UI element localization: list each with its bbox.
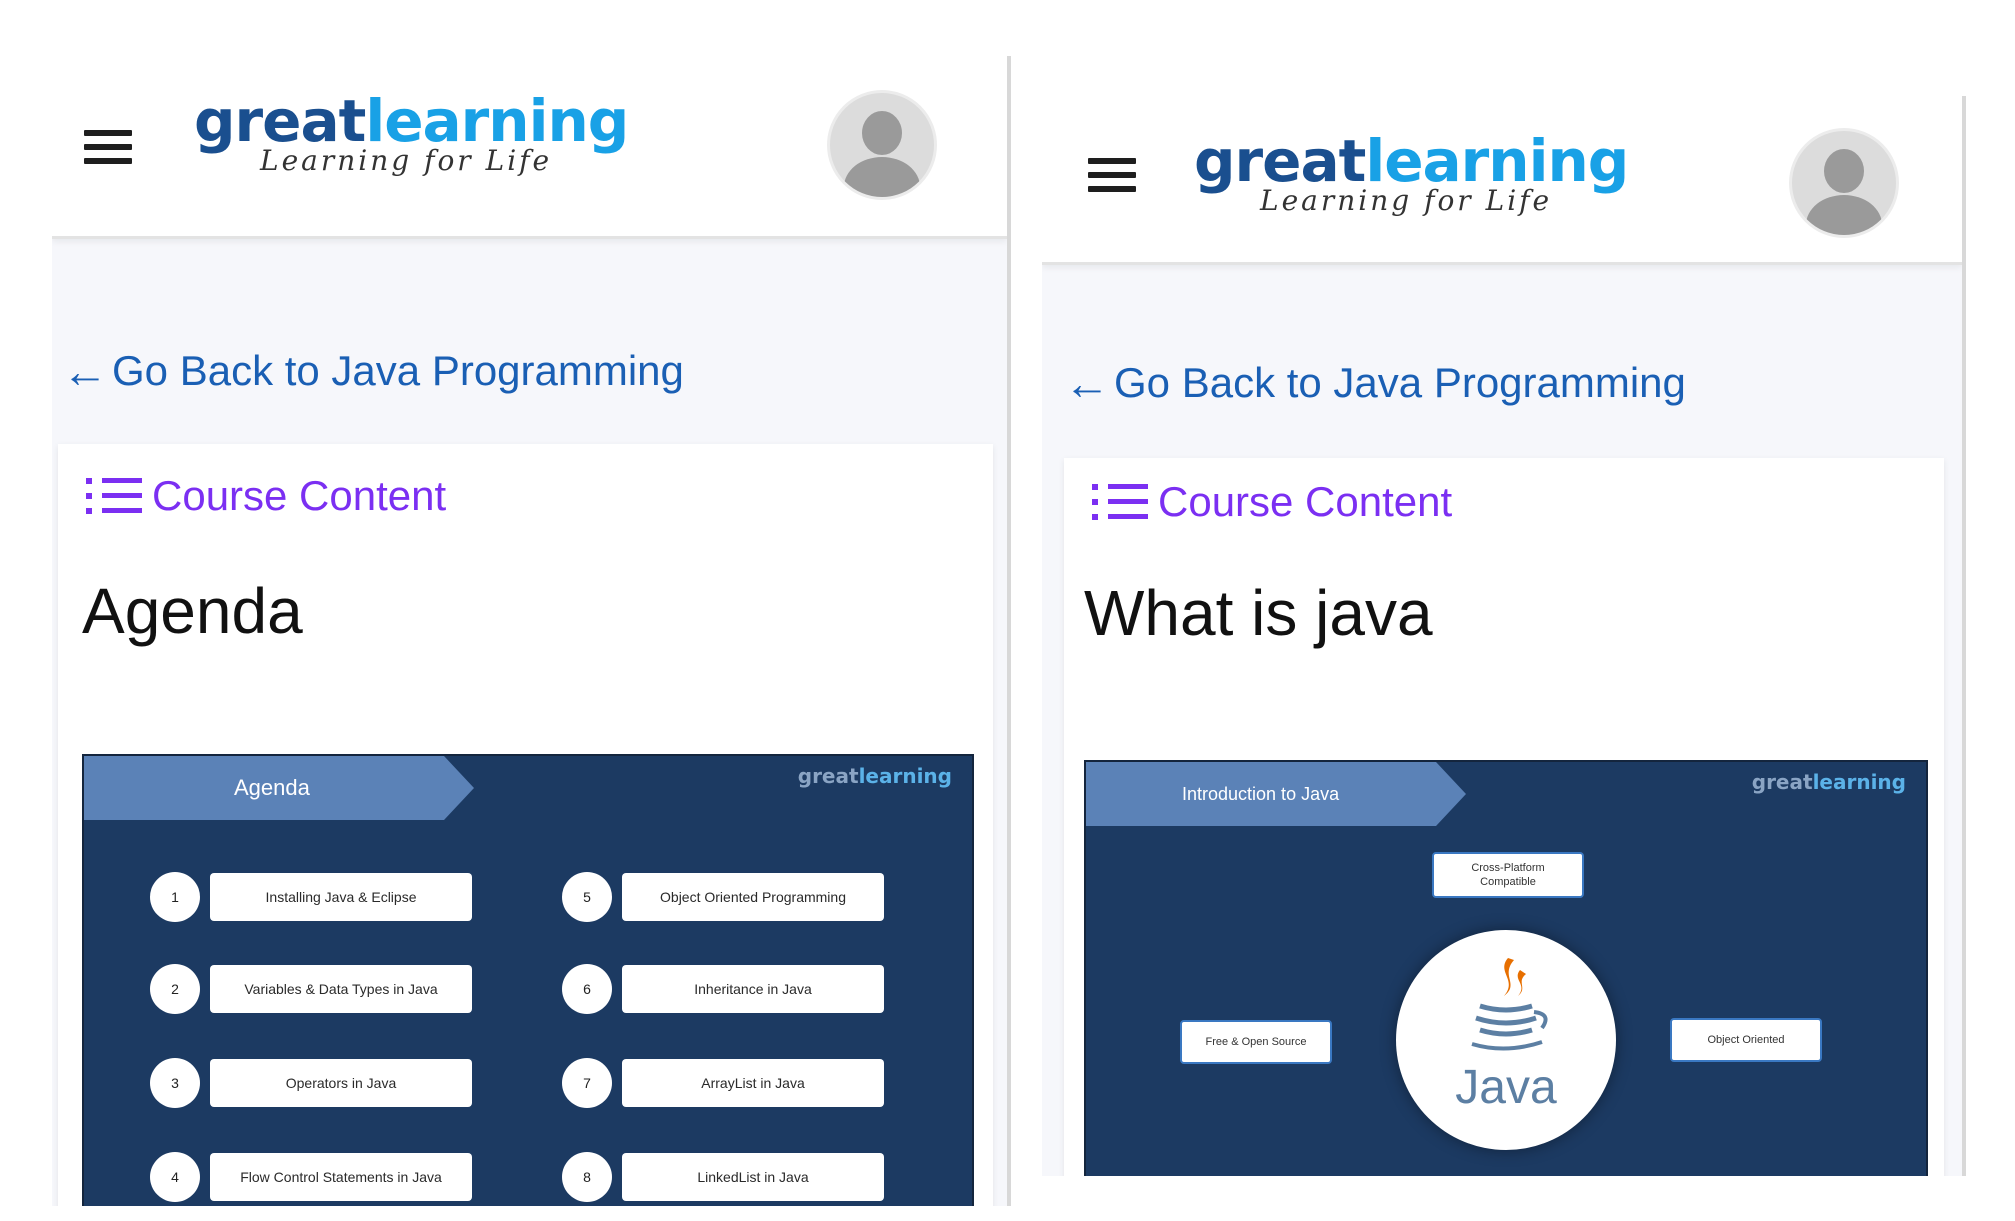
page-title: What is java xyxy=(1084,577,1433,649)
page-title: Agenda xyxy=(82,575,303,647)
back-link-label: Go Back to Java Programming xyxy=(112,347,684,394)
hamburger-menu-icon[interactable] xyxy=(84,130,132,164)
course-content-label: Course Content xyxy=(152,472,447,519)
screen-agenda: greatlearning Learning for Life ← Go Bac… xyxy=(52,56,1011,1206)
app-header: greatlearning Learning for Life xyxy=(52,56,1007,239)
agenda-number: 6 xyxy=(562,964,612,1014)
java-logo: Java xyxy=(1396,930,1616,1150)
agenda-label: LinkedList in Java xyxy=(622,1153,884,1201)
agenda-label: ArrayList in Java xyxy=(622,1059,884,1107)
agenda-item: 7 ArrayList in Java xyxy=(562,1058,884,1108)
agenda-item: 4 Flow Control Statements in Java xyxy=(150,1152,472,1202)
course-content-label: Course Content xyxy=(1158,478,1453,525)
slide-banner: Agenda xyxy=(84,756,474,820)
back-arrow-icon: ← xyxy=(62,345,108,397)
greatlearning-logo[interactable]: greatlearning Learning for Life xyxy=(1194,130,1629,217)
course-content-toggle[interactable]: Course Content xyxy=(1092,478,1452,526)
avatar-placeholder-icon[interactable] xyxy=(1789,128,1899,238)
screen-what-is-java: greatlearning Learning for Life ← Go Bac… xyxy=(1042,96,1966,1176)
agenda-number: 7 xyxy=(562,1058,612,1108)
agenda-number: 1 xyxy=(150,872,200,922)
agenda-label: Inheritance in Java xyxy=(622,965,884,1013)
agenda-number: 2 xyxy=(150,964,200,1014)
agenda-number: 4 xyxy=(150,1152,200,1202)
agenda-item: 2 Variables & Data Types in Java xyxy=(150,964,472,1014)
hamburger-menu-icon[interactable] xyxy=(1088,158,1136,192)
agenda-item: 1 Installing Java & Eclipse xyxy=(150,872,472,922)
avatar-placeholder-icon[interactable] xyxy=(827,90,937,200)
java-cup-icon xyxy=(1471,958,1548,1051)
course-content-toggle[interactable]: Course Content xyxy=(86,472,446,520)
slide-banner: Introduction to Java xyxy=(1086,762,1466,826)
content-card: Course Content What is java Introduction… xyxy=(1064,458,1944,1176)
agenda-label: Flow Control Statements in Java xyxy=(210,1153,472,1201)
greatlearning-logo[interactable]: greatlearning Learning for Life xyxy=(194,90,629,177)
lesson-slide: Introduction to Java greatlearning Cross… xyxy=(1084,760,1928,1176)
slide-logo: greatlearning xyxy=(797,764,952,788)
feature-object-oriented: Object Oriented xyxy=(1670,1018,1822,1062)
agenda-item: 6 Inheritance in Java xyxy=(562,964,884,1014)
java-wordmark: Java xyxy=(1455,1061,1557,1114)
agenda-label: Installing Java & Eclipse xyxy=(210,873,472,921)
agenda-number: 5 xyxy=(562,872,612,922)
feature-open-source: Free & Open Source xyxy=(1180,1020,1332,1064)
agenda-label: Variables & Data Types in Java xyxy=(210,965,472,1013)
slide-logo: greatlearning xyxy=(1751,770,1906,794)
lesson-slide: Agenda greatlearning 1 Installing Java & … xyxy=(82,754,974,1206)
agenda-label: Operators in Java xyxy=(210,1059,472,1107)
back-link[interactable]: ← Go Back to Java Programming xyxy=(62,344,684,398)
app-header: greatlearning Learning for Life xyxy=(1042,96,1962,265)
back-arrow-icon: ← xyxy=(1064,357,1110,409)
agenda-number: 3 xyxy=(150,1058,200,1108)
back-link-label: Go Back to Java Programming xyxy=(1114,359,1686,406)
list-icon xyxy=(86,476,142,516)
agenda-item: 8 LinkedList in Java xyxy=(562,1152,884,1202)
agenda-item: 3 Operators in Java xyxy=(150,1058,472,1108)
agenda-item: 5 Object Oriented Programming xyxy=(562,872,884,922)
agenda-number: 8 xyxy=(562,1152,612,1202)
back-link[interactable]: ← Go Back to Java Programming xyxy=(1064,356,1686,410)
agenda-label: Object Oriented Programming xyxy=(622,873,884,921)
list-icon xyxy=(1092,482,1148,522)
content-card: Course Content Agenda Agenda greatlearni… xyxy=(58,444,993,1206)
feature-cross-platform: Cross-Platform Compatible xyxy=(1432,852,1584,898)
